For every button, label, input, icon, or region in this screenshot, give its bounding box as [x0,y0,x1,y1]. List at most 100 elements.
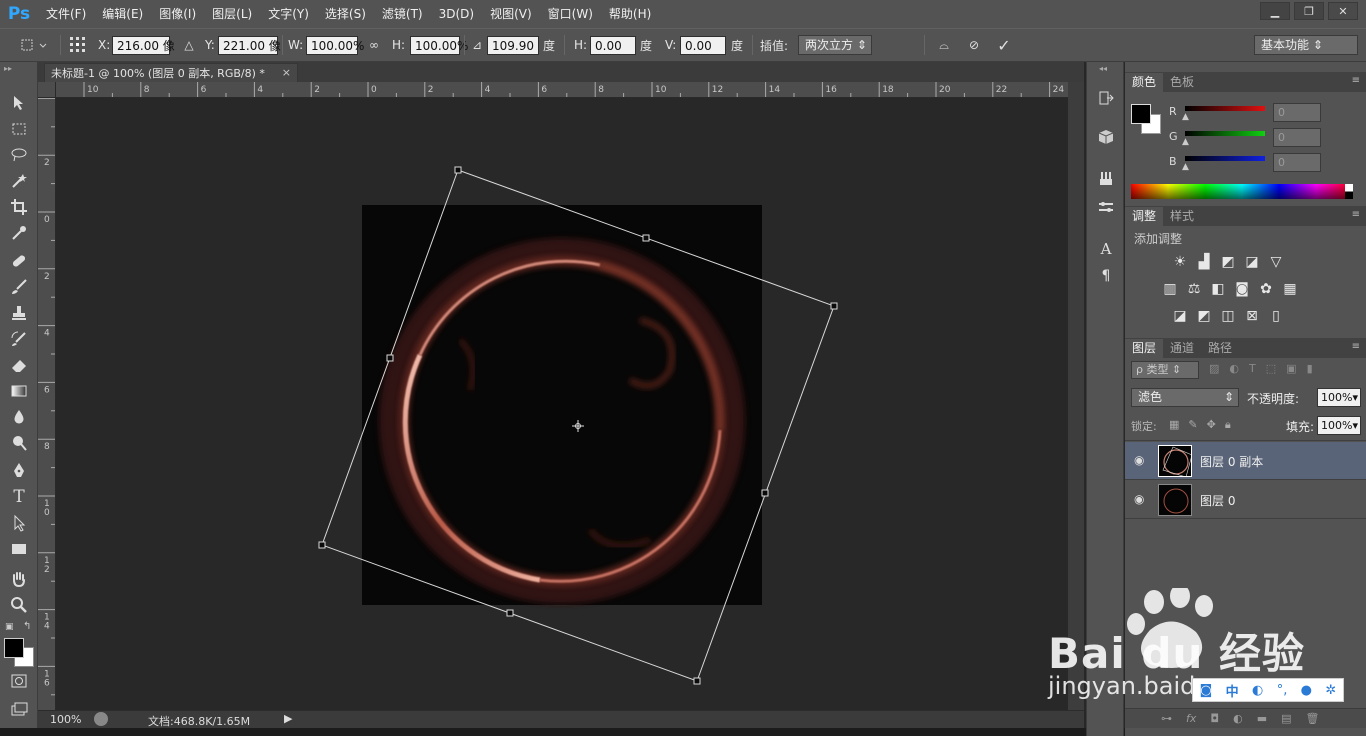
tab-paths[interactable]: 路径 [1201,339,1239,358]
filter-type-icon[interactable]: T [1249,362,1256,375]
horizontal-ruler[interactable]: 10 8 6 4 2 0 2 4 6 8 10 12 14 16 18 20 22 24 [56,82,1068,98]
x-field[interactable]: 216.00 像 [112,35,175,55]
b-slider[interactable] [1185,156,1265,161]
visibility-eye-icon[interactable]: ◉ [1134,492,1146,506]
brightness-contrast-icon[interactable]: ☀ [1171,254,1189,270]
collapse-icon[interactable]: ▸▸ [4,64,12,73]
foreground-color-swatch[interactable] [4,638,24,658]
3d-panel-icon[interactable] [1095,126,1117,148]
character-panel-icon[interactable]: A [1095,238,1117,260]
g-slider[interactable] [1185,131,1265,136]
blur-tool[interactable] [6,406,32,428]
path-selection-tool[interactable] [6,512,32,534]
new-adjustment-icon[interactable]: ◐ [1233,712,1243,725]
link-layers-icon[interactable]: ⊶ [1161,712,1172,725]
handle-top-middle[interactable] [642,234,650,242]
relative-position-icon[interactable]: △ [180,36,198,54]
tab-styles[interactable]: 样式 [1163,207,1201,226]
healing-brush-tool[interactable] [6,250,32,272]
visibility-eye-icon[interactable]: ◉ [1134,453,1146,467]
lock-position-icon[interactable]: ✥ [1207,418,1216,432]
add-mask-icon[interactable]: ◘ [1210,712,1219,725]
ime-settings-icon[interactable]: ✲ [1325,683,1336,698]
filter-toggle-icon[interactable]: ▮ [1307,362,1313,375]
b-slider-thumb[interactable]: ▲ [1182,162,1189,172]
gradient-tool[interactable] [6,380,32,402]
quick-mask-button[interactable] [6,670,32,692]
filter-pixel-icon[interactable]: ▨ [1209,362,1219,375]
black-white-icon[interactable]: ◧ [1209,281,1227,297]
brush-panel-icon[interactable] [1095,196,1117,218]
layer-row[interactable]: ◉ 图层 0 [1125,481,1366,519]
tab-color[interactable]: 颜色 [1125,73,1164,92]
lock-paint-icon[interactable]: ✎ [1188,418,1197,432]
workspace-dropdown[interactable]: 基本功能 ⇕ [1254,35,1358,55]
hand-tool[interactable] [6,568,32,590]
menu-item[interactable]: 窗口(W) [540,0,601,28]
dodge-tool[interactable] [6,432,32,454]
channel-mixer-icon[interactable]: ✿ [1257,281,1275,297]
status-menu-arrow-icon[interactable]: ▶ [284,712,292,725]
new-group-icon[interactable]: ▬ [1257,712,1267,725]
crop-tool[interactable] [6,196,32,218]
color-foreground-swatch[interactable] [1131,104,1151,124]
layer-name[interactable]: 图层 0 [1200,492,1235,509]
brush-preset-icon[interactable] [1095,168,1117,190]
filter-adjustment-icon[interactable]: ◐ [1229,362,1239,375]
exposure-icon[interactable]: ◪ [1243,254,1261,270]
b-value[interactable]: 0 [1273,153,1321,172]
filter-smart-object-icon[interactable]: ▣ [1286,362,1296,375]
menu-item[interactable]: 图层(L) [204,0,260,28]
width-field[interactable]: 100.00% [306,35,364,55]
opacity-field[interactable]: 100% ▾ [1317,388,1361,407]
commit-transform-icon[interactable]: ✓ [995,36,1013,55]
lock-transparent-icon[interactable]: ▦ [1169,418,1179,432]
hue-saturation-icon[interactable]: ▥ [1161,281,1179,297]
r-value[interactable]: 0 [1273,103,1321,122]
menu-item[interactable]: 选择(S) [317,0,374,28]
reference-point-locator[interactable] [68,29,88,61]
menu-item[interactable]: 编辑(E) [94,0,151,28]
clone-stamp-tool[interactable] [6,302,32,324]
color-spectrum-bar[interactable] [1131,184,1353,199]
blend-mode-dropdown[interactable]: 滤色 ⇕ [1131,388,1239,407]
tool-preset-picker[interactable] [20,29,50,61]
warp-mode-icon[interactable]: ⌓ [935,36,953,54]
delete-layer-icon[interactable]: 🗑︎ [1306,712,1320,725]
quick-selection-tool[interactable] [6,170,32,192]
handle-bottom-left[interactable] [318,541,326,549]
zoom-tool[interactable] [6,594,32,616]
layer-style-icon[interactable]: fx [1186,712,1196,725]
restore-button[interactable]: ❐ [1294,2,1324,20]
history-panel-icon[interactable] [1095,87,1117,109]
horizontal-skew-field[interactable]: 0.00 [590,35,636,55]
layer-name[interactable]: 图层 0 副本 [1200,453,1263,470]
minimize-button[interactable]: ▁ [1260,2,1290,20]
new-layer-icon[interactable]: ▤ [1281,712,1291,725]
layer-filter-dropdown[interactable]: ρ 类型 ⇕ [1131,361,1199,379]
tab-swatches[interactable]: 色板 [1163,73,1201,92]
photo-filter-icon[interactable]: ◙ [1233,281,1251,297]
ime-chinese-mode[interactable]: 中 [1226,681,1239,700]
handle-top-right[interactable] [830,302,838,310]
fill-field[interactable]: 100% ▾ [1317,416,1361,435]
vertical-skew-field[interactable]: 0.00 [680,35,726,55]
close-tab-icon[interactable]: × [282,66,291,79]
brush-tool[interactable] [6,276,32,298]
paragraph-panel-icon[interactable]: ¶ [1095,265,1117,287]
zoom-level[interactable]: 100% [50,713,81,726]
vibrance-icon[interactable]: ▽ [1267,254,1285,270]
color-lookup-icon[interactable]: ▦ [1281,281,1299,297]
threshold-icon[interactable]: ◫ [1219,308,1237,324]
type-tool[interactable]: T [6,486,32,508]
handle-bottom-right[interactable] [693,677,701,685]
tab-layers[interactable]: 图层 [1125,339,1164,358]
move-tool[interactable] [6,92,32,114]
height-field[interactable]: 100.00% [410,35,468,55]
vertical-scrollbar[interactable] [1068,82,1084,710]
document-tab[interactable]: 未标题-1 @ 100% (图层 0 副本, RGB/8) * × [44,63,298,82]
menu-item[interactable]: 文件(F) [38,0,94,28]
swap-colors-icon[interactable]: ↰ [23,621,31,632]
posterize-icon[interactable]: ◩ [1195,308,1213,324]
link-icon[interactable]: ∞ [365,36,383,54]
